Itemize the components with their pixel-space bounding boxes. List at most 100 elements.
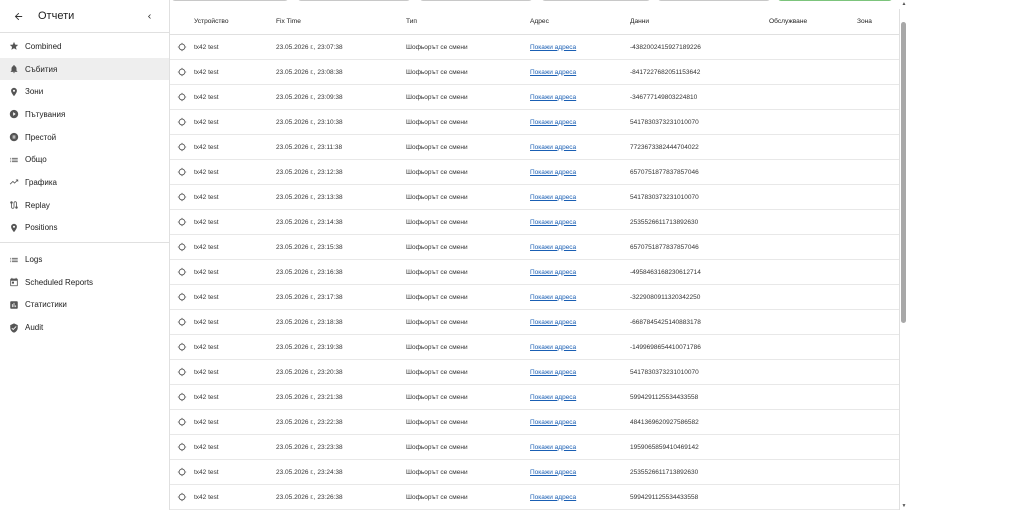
table-row[interactable]: tx42 test 23.05.2026 г., 23:10:38 Шофьорът…: [170, 110, 900, 135]
show-address-link[interactable]: Покажи адреса: [530, 219, 576, 226]
table-row[interactable]: tx42 test 23.05.2026 г., 23:12:38 Шофьорът…: [170, 160, 900, 185]
table-row[interactable]: tx42 test 23.05.2026 г., 23:13:38 Шофьорът…: [170, 185, 900, 210]
gps-fixed-icon[interactable]: [177, 42, 188, 53]
row-select[interactable]: [170, 367, 194, 378]
show-address-link[interactable]: Покажи адреса: [530, 369, 576, 376]
gps-fixed-icon[interactable]: [177, 267, 188, 278]
table-row[interactable]: tx42 test 23.05.2026 г., 23:20:38 Шофьорът…: [170, 360, 900, 385]
cell-address[interactable]: Покажи адреса: [530, 194, 630, 201]
vertical-scrollbar[interactable]: ▲ ▼: [900, 0, 908, 510]
row-select[interactable]: [170, 167, 194, 178]
table-row[interactable]: tx42 test 23.05.2026 г., 23:09:38 Шофьорът…: [170, 85, 900, 110]
row-select[interactable]: [170, 217, 194, 228]
row-select[interactable]: [170, 417, 194, 428]
cell-address[interactable]: Покажи адреса: [530, 69, 630, 76]
row-select[interactable]: [170, 67, 194, 78]
gps-fixed-icon[interactable]: [177, 92, 188, 103]
table-row[interactable]: tx42 test 23.05.2026 г., 23:18:38 Шофьорът…: [170, 310, 900, 335]
table-row[interactable]: tx42 test 23.05.2026 г., 23:24:38 Шофьорът…: [170, 460, 900, 485]
row-select[interactable]: [170, 192, 194, 203]
gps-fixed-icon[interactable]: [177, 217, 188, 228]
cell-address[interactable]: Покажи адреса: [530, 344, 630, 351]
row-select[interactable]: [170, 342, 194, 353]
cell-address[interactable]: Покажи адреса: [530, 169, 630, 176]
gps-fixed-icon[interactable]: [177, 317, 188, 328]
header-zone[interactable]: Зона: [857, 18, 897, 25]
show-address-link[interactable]: Покажи адреса: [530, 419, 576, 426]
cell-address[interactable]: Покажи адреса: [530, 494, 630, 501]
cell-address[interactable]: Покажи адреса: [530, 319, 630, 326]
table-row[interactable]: tx42 test 23.05.2026 г., 23:26:38 Шофьорът…: [170, 485, 900, 510]
gps-fixed-icon[interactable]: [177, 142, 188, 153]
show-address-link[interactable]: Покажи адреса: [530, 469, 576, 476]
cell-address[interactable]: Покажи адреса: [530, 44, 630, 51]
show-address-link[interactable]: Покажи адреса: [530, 169, 576, 176]
chevron-left-icon[interactable]: [141, 8, 157, 24]
header-data[interactable]: Данни: [630, 18, 769, 25]
table-row[interactable]: tx42 test 23.05.2026 г., 23:22:38 Шофьорът…: [170, 410, 900, 435]
row-select[interactable]: [170, 492, 194, 503]
sidebar-item-secondary-3[interactable]: Audit: [0, 316, 169, 339]
show-address-link[interactable]: Покажи адреса: [530, 194, 576, 201]
row-select[interactable]: [170, 292, 194, 303]
show-address-link[interactable]: Покажи адреса: [530, 44, 576, 51]
show-address-link[interactable]: Покажи адреса: [530, 444, 576, 451]
sidebar-item-secondary-1[interactable]: Scheduled Reports: [0, 271, 169, 294]
table-row[interactable]: tx42 test 23.05.2026 г., 23:07:38 Шофьорът…: [170, 35, 900, 60]
gps-fixed-icon[interactable]: [177, 167, 188, 178]
table-row[interactable]: tx42 test 23.05.2026 г., 23:15:38 Шофьорът…: [170, 235, 900, 260]
row-select[interactable]: [170, 442, 194, 453]
scroll-down-arrow-icon[interactable]: ▼: [901, 503, 907, 509]
cell-address[interactable]: Покажи адреса: [530, 394, 630, 401]
cell-address[interactable]: Покажи адреса: [530, 469, 630, 476]
show-address-link[interactable]: Покажи адреса: [530, 394, 576, 401]
show-address-link[interactable]: Покажи адреса: [530, 344, 576, 351]
show-address-link[interactable]: Покажи адреса: [530, 294, 576, 301]
show-address-link[interactable]: Покажи адреса: [530, 244, 576, 251]
show-address-link[interactable]: Покажи адреса: [530, 119, 576, 126]
show-address-link[interactable]: Покажи адреса: [530, 269, 576, 276]
gps-fixed-icon[interactable]: [177, 442, 188, 453]
cell-address[interactable]: Покажи адреса: [530, 444, 630, 451]
row-select[interactable]: [170, 267, 194, 278]
columns-filter[interactable]: [658, 0, 770, 1]
gps-fixed-icon[interactable]: [177, 392, 188, 403]
show-address-link[interactable]: Покажи адреса: [530, 69, 576, 76]
show-address-link[interactable]: Покажи адреса: [530, 319, 576, 326]
table-row[interactable]: tx42 test 23.05.2026 г., 23:08:38 Шофьорът…: [170, 60, 900, 85]
gps-fixed-icon[interactable]: [177, 292, 188, 303]
table-row[interactable]: tx42 test 23.05.2026 г., 23:19:38 Шофьорът…: [170, 335, 900, 360]
sidebar-item-primary-1[interactable]: Събития: [0, 57, 169, 81]
table-row[interactable]: tx42 test 23.05.2026 г., 23:21:38 Шофьорът…: [170, 385, 900, 410]
table-row[interactable]: tx42 test 23.05.2026 г., 23:11:38 Шофьорът…: [170, 135, 900, 160]
header-fix-time[interactable]: Fix Time: [276, 18, 406, 25]
sidebar-item-primary-7[interactable]: Replay: [0, 194, 169, 217]
cell-address[interactable]: Покажи адреса: [530, 94, 630, 101]
gps-fixed-icon[interactable]: [177, 467, 188, 478]
gps-fixed-icon[interactable]: [177, 242, 188, 253]
row-select[interactable]: [170, 242, 194, 253]
gps-fixed-icon[interactable]: [177, 417, 188, 428]
row-select[interactable]: [170, 392, 194, 403]
gps-fixed-icon[interactable]: [177, 192, 188, 203]
row-select[interactable]: [170, 92, 194, 103]
show-address-link[interactable]: Покажи адреса: [530, 94, 576, 101]
scroll-up-arrow-icon[interactable]: ▲: [901, 1, 907, 7]
header-device[interactable]: Устройство: [194, 18, 276, 25]
header-type[interactable]: Тип: [406, 18, 530, 25]
group-filter[interactable]: [298, 0, 410, 1]
sidebar-item-secondary-0[interactable]: Logs: [0, 248, 169, 271]
sidebar-item-primary-6[interactable]: Графика: [0, 171, 169, 194]
cell-address[interactable]: Покажи адреса: [530, 144, 630, 151]
gps-fixed-icon[interactable]: [177, 67, 188, 78]
cell-address[interactable]: Покажи адреса: [530, 369, 630, 376]
header-maintenance[interactable]: Обслужване: [769, 18, 857, 25]
sidebar-item-primary-3[interactable]: Пътувания: [0, 103, 169, 126]
table-row[interactable]: tx42 test 23.05.2026 г., 23:14:38 Шофьорът…: [170, 210, 900, 235]
gps-fixed-icon[interactable]: [177, 492, 188, 503]
row-select[interactable]: [170, 317, 194, 328]
gps-fixed-icon[interactable]: [177, 367, 188, 378]
sidebar-item-secondary-2[interactable]: Статистики: [0, 294, 169, 317]
sidebar-item-primary-5[interactable]: Общо: [0, 148, 169, 171]
gps-fixed-icon[interactable]: [177, 342, 188, 353]
